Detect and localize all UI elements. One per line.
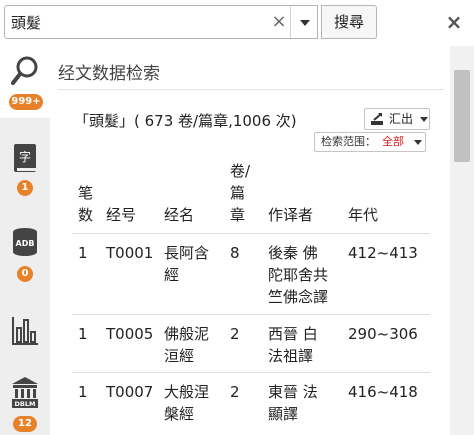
sidebar-tab-fulltext-search[interactable]: 999+ xyxy=(0,46,50,118)
cell-sutra-no: T0005 xyxy=(106,325,154,343)
sidebar-tab-statistics[interactable] xyxy=(0,308,50,354)
header-translator: 作译者 xyxy=(268,206,314,224)
header-juan: 卷/篇章 xyxy=(230,162,251,224)
sidebar-tab-database[interactable]: ADB 0 xyxy=(0,222,50,288)
close-panel-button[interactable]: × xyxy=(441,8,467,36)
export-button[interactable]: 汇出 xyxy=(364,108,430,130)
cell-translator: 後秦 佛陀耶舍共 竺佛念譯 xyxy=(268,244,329,306)
cell-juan: 2 xyxy=(230,383,240,401)
cell-sutra-name[interactable]: 佛般泥 洹經 xyxy=(164,323,209,367)
search-box: × xyxy=(4,5,318,39)
bar-chart-icon xyxy=(12,317,38,345)
search-history-dropdown[interactable] xyxy=(290,6,318,38)
search-scope-dropdown[interactable]: 检索范围： 全部 xyxy=(314,132,426,152)
cell-sutra-name[interactable]: 大般涅 槃經 xyxy=(164,381,209,425)
cell-juan: 8 xyxy=(230,244,240,262)
sidebar-tab-dblm[interactable]: DBLM 12 xyxy=(0,372,50,435)
database-count-badge: 0 xyxy=(17,266,33,282)
scope-value: 全部 xyxy=(382,135,404,148)
search-button[interactable]: 搜尋 xyxy=(321,5,377,39)
header-count: 笔数 xyxy=(78,184,94,224)
cell-sutra-no: T0001 xyxy=(106,244,154,262)
svg-text:DBLM: DBLM xyxy=(15,400,36,408)
search-bar: × 搜尋 × xyxy=(0,0,474,46)
search-input[interactable] xyxy=(5,6,265,38)
cell-count: 1 xyxy=(78,383,88,401)
sidebar-tab-dictionary[interactable]: 字 1 xyxy=(0,138,50,204)
scrollbar-thumb[interactable] xyxy=(454,70,470,162)
adb-database-icon: ADB xyxy=(13,228,37,256)
caret-down-icon xyxy=(420,117,428,122)
dictionary-count-badge: 1 xyxy=(17,180,33,196)
cell-translator: 東晉 法顯譯 xyxy=(268,383,318,423)
cell-count: 1 xyxy=(78,244,88,262)
sidebar: 999+ 字 1 ADB 0 DBLM 12 xyxy=(0,46,50,435)
caret-down-icon xyxy=(300,20,310,26)
table-row[interactable]: 1 T0001 長阿含經 8 後秦 佛陀耶舍共 竺佛念譯 412~413 xyxy=(72,233,430,314)
header-sutra-no: 经号 xyxy=(106,206,137,224)
cell-translator: 西晉 白法祖譯 xyxy=(268,325,318,365)
cell-era: 412~413 xyxy=(348,244,418,262)
panel-title: 经文数据检索 xyxy=(58,64,160,84)
cell-sutra-no: T0007 xyxy=(106,383,154,401)
svg-text:字: 字 xyxy=(19,149,31,164)
clear-search-button[interactable]: × xyxy=(269,12,289,32)
scrollbar[interactable] xyxy=(450,46,474,435)
result-summary: 「頭髮」( 673 卷/篇章,1006 次) xyxy=(74,112,297,130)
scope-label: 检索范围： xyxy=(321,135,376,148)
magnifier-icon xyxy=(11,56,38,85)
table-row[interactable]: 1 T0007 大般涅 槃經 2 東晉 法顯譯 416~418 xyxy=(72,372,430,435)
header-era: 年代 xyxy=(348,206,379,224)
cell-juan: 2 xyxy=(230,325,240,343)
cell-era: 290~306 xyxy=(348,325,418,343)
sutra-search-panel: 经文数据检索 「頭髮」( 673 卷/篇章,1006 次) 汇出 检索范围： 全… xyxy=(50,46,450,435)
export-icon xyxy=(371,113,383,125)
svg-text:ADB: ADB xyxy=(16,239,35,248)
caret-down-icon xyxy=(414,140,422,145)
title-divider xyxy=(58,89,444,90)
export-label: 汇出 xyxy=(389,112,414,126)
dblm-count-badge: 12 xyxy=(13,416,37,432)
cell-sutra-name[interactable]: 長阿含經 xyxy=(164,242,209,286)
cell-count: 1 xyxy=(78,325,88,343)
cell-era: 416~418 xyxy=(348,383,418,401)
dictionary-book-icon: 字 xyxy=(14,144,36,172)
header-sutra-name: 经名 xyxy=(164,206,195,224)
result-count-badge: 999+ xyxy=(9,94,43,110)
dblm-building-icon: DBLM xyxy=(12,377,38,408)
table-row[interactable]: 1 T0005 佛般泥 洹經 2 西晉 白法祖譯 290~306 xyxy=(72,314,430,372)
